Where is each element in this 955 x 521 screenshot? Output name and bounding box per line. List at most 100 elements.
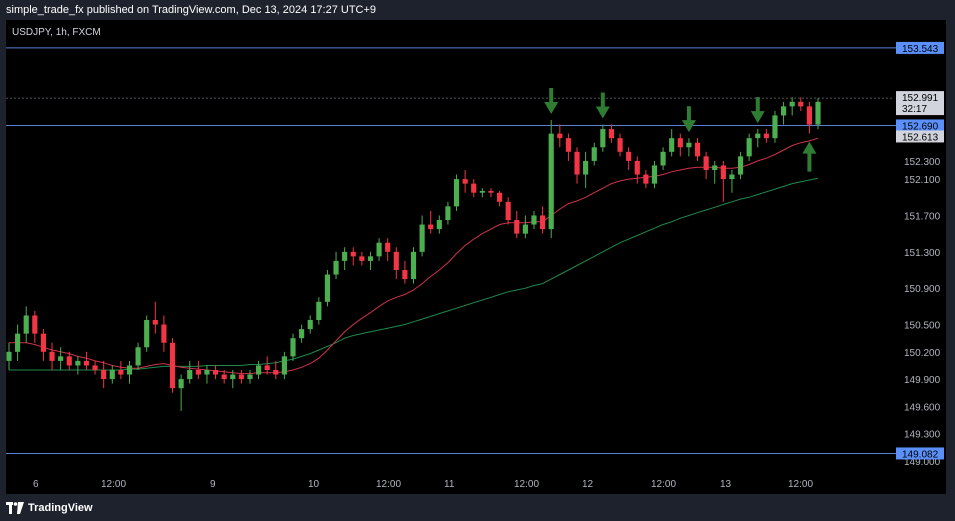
- candle-body: [135, 347, 141, 366]
- down-arrow-icon: [544, 102, 559, 114]
- candle-body: [101, 370, 107, 380]
- candle-body: [204, 370, 210, 375]
- y-axis-tick-label: 152.100: [904, 175, 941, 186]
- candle-body: [755, 133, 761, 139]
- candle-body: [178, 379, 184, 389]
- candle-body: [737, 156, 744, 175]
- candle-body: [290, 338, 296, 357]
- candle-body: [669, 138, 675, 152]
- chart-frame[interactable]: 152.300 152.100 151.700 151.300 150.900 150.5…: [6, 20, 946, 494]
- candle-body: [342, 251, 348, 261]
- candle-body: [247, 374, 253, 380]
- tradingview-logo-icon: [6, 502, 24, 514]
- candle-body: [660, 151, 666, 166]
- candle-body: [548, 133, 554, 230]
- candle-body: [540, 215, 546, 230]
- candle-body: [574, 151, 580, 175]
- candle-body: [772, 115, 778, 139]
- candle-body: [583, 160, 589, 175]
- x-axis-tick-label: 12:00: [101, 479, 126, 490]
- candle-body: [49, 351, 55, 361]
- candle-body: [230, 374, 236, 380]
- candle-body: [23, 315, 29, 334]
- candle-body: [152, 320, 158, 325]
- candle-body: [471, 183, 477, 193]
- candle-body: [316, 301, 322, 320]
- current-price-label: 152.991: [902, 93, 939, 104]
- candle-body: [273, 370, 279, 375]
- candle-body: [514, 220, 520, 234]
- countdown-label: 32:17: [902, 104, 927, 115]
- y-axis-tick-label: 152.300: [904, 157, 941, 168]
- candle-body: [703, 156, 709, 170]
- x-axis-tick-label: 10: [308, 479, 320, 490]
- candle-body: [402, 270, 408, 280]
- candle-body: [445, 206, 451, 220]
- y-axis-tick-label: 149.900: [904, 375, 941, 386]
- prev-price-label: 152.613: [902, 132, 939, 143]
- candle-body: [32, 315, 38, 334]
- x-axis-tick-label: 11: [444, 479, 455, 490]
- down-arrow-shaft: [600, 92, 605, 109]
- candle-body: [6, 351, 12, 361]
- candle-body: [798, 101, 804, 107]
- down-arrow-shaft: [686, 106, 691, 123]
- y-axis-tick-label: 151.300: [904, 248, 941, 259]
- candle-body: [92, 365, 98, 370]
- candle-body: [144, 320, 150, 348]
- candle-body: [789, 101, 795, 107]
- down-arrow-shaft: [549, 88, 554, 104]
- candle-body: [600, 129, 606, 148]
- candle-body: [720, 165, 726, 180]
- tradingview-brand: TradingView: [28, 502, 93, 514]
- chart[interactable]: 152.300 152.100 151.700 151.300 150.900 150.5…: [6, 20, 946, 494]
- candle-body: [126, 365, 133, 375]
- candle-body: [488, 190, 494, 193]
- x-axis-tick-label: 12:00: [514, 479, 539, 490]
- down-arrow-icon: [750, 111, 765, 124]
- candle-body: [299, 329, 305, 339]
- candle-body: [496, 192, 503, 202]
- candle-body: [281, 356, 287, 375]
- candle-body: [746, 138, 752, 157]
- candle-body: [806, 106, 812, 125]
- candle-body: [677, 138, 683, 148]
- candle-body: [307, 320, 313, 330]
- candle-body: [376, 242, 382, 257]
- candle-body: [324, 274, 331, 302]
- candle-body: [557, 133, 563, 139]
- x-axis-tick-label: 12:00: [788, 479, 813, 490]
- tradingview-logo[interactable]: TradingView: [6, 500, 93, 516]
- candle-body: [780, 106, 787, 116]
- candle-body: [169, 342, 176, 389]
- candle-body: [643, 174, 649, 184]
- candle-body: [591, 147, 597, 161]
- candle-body: [333, 260, 339, 275]
- candle-body: [195, 370, 201, 375]
- down-arrow-icon: [681, 120, 696, 133]
- footer: TradingView: [0, 494, 955, 521]
- candle-body: [565, 138, 571, 152]
- candle-body: [712, 165, 718, 170]
- candle-body: [428, 224, 434, 230]
- candle-body: [40, 333, 47, 352]
- candle-body: [66, 356, 72, 366]
- candle-body: [359, 256, 365, 261]
- candle-body: [651, 165, 658, 184]
- candle-body: [83, 360, 90, 366]
- candle-body: [617, 138, 623, 152]
- y-axis-tick-label: 149.300: [904, 430, 941, 441]
- publish-header: simple_trade_fx published on TradingView…: [0, 0, 955, 20]
- x-axis-tick-label: 12:00: [376, 479, 401, 490]
- y-axis-tick-label: 150.900: [904, 284, 941, 295]
- candle-body: [161, 324, 167, 343]
- candle-body: [686, 142, 692, 148]
- x-axis-tick-label: 12: [582, 479, 594, 490]
- candle-body: [75, 360, 81, 366]
- candle-body: [608, 129, 615, 139]
- y-axis-tick-label: 151.700: [904, 211, 941, 222]
- price-label-lower-line: 149.082: [902, 449, 939, 460]
- candle-body: [634, 160, 640, 175]
- candle-body: [256, 365, 262, 375]
- x-axis-tick-label: 12:00: [651, 479, 676, 490]
